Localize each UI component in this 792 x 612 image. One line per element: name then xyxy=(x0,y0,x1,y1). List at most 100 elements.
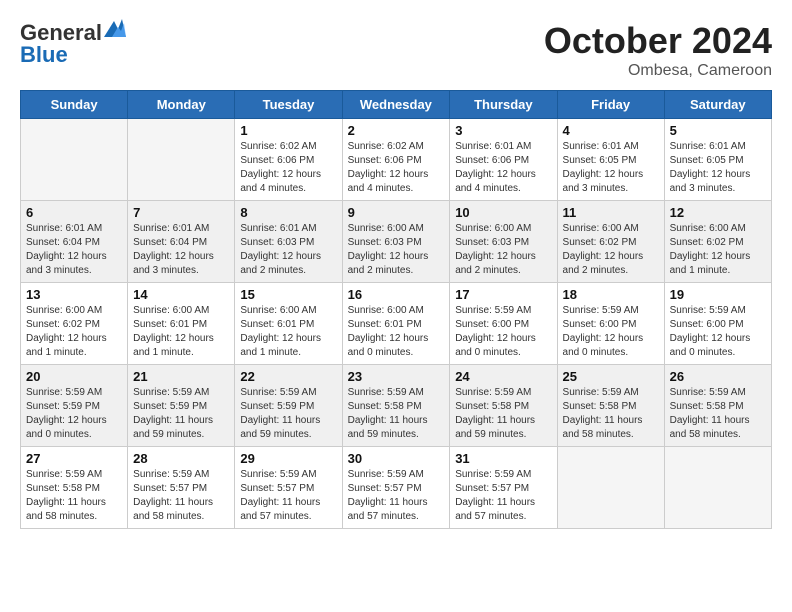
day-number: 20 xyxy=(26,369,122,384)
calendar-day-cell: 27 Sunrise: 5:59 AM Sunset: 5:58 PM Dayli… xyxy=(21,447,128,529)
day-info: Sunrise: 5:59 AM Sunset: 5:58 PM Dayligh… xyxy=(348,386,445,442)
day-info: Sunrise: 6:00 AM Sunset: 6:03 PM Dayligh… xyxy=(348,222,445,278)
calendar-day-cell: 21 Sunrise: 5:59 AM Sunset: 5:59 PM Dayli… xyxy=(128,365,235,447)
day-info: Sunrise: 6:01 AM Sunset: 6:05 PM Dayligh… xyxy=(670,140,766,196)
day-number: 30 xyxy=(348,451,445,466)
calendar-day-cell: 1 Sunrise: 6:02 AM Sunset: 6:06 PM Daylig… xyxy=(235,119,342,201)
day-number: 1 xyxy=(240,123,336,138)
location-subtitle: Ombesa, Cameroon xyxy=(544,62,772,80)
day-number: 31 xyxy=(455,451,551,466)
day-info: Sunrise: 6:01 AM Sunset: 6:04 PM Dayligh… xyxy=(133,222,229,278)
day-number: 12 xyxy=(670,205,766,220)
header-wednesday: Wednesday xyxy=(342,91,450,119)
day-info: Sunrise: 6:00 AM Sunset: 6:02 PM Dayligh… xyxy=(26,304,122,360)
day-info: Sunrise: 5:59 AM Sunset: 5:59 PM Dayligh… xyxy=(240,386,336,442)
day-number: 23 xyxy=(348,369,445,384)
calendar-day-cell: 26Sunrise: 5:59 AM Sunset: 5:58 PM Dayli… xyxy=(664,365,771,447)
day-info: Sunrise: 5:59 AM Sunset: 6:00 PM Dayligh… xyxy=(455,304,551,360)
calendar-week-row: 27 Sunrise: 5:59 AM Sunset: 5:58 PM Dayli… xyxy=(21,447,772,529)
calendar-day-cell: 16 Sunrise: 6:00 AM Sunset: 6:01 PM Dayli… xyxy=(342,283,450,365)
calendar-day-cell: 10 Sunrise: 6:00 AM Sunset: 6:03 PM Dayli… xyxy=(450,201,557,283)
day-number: 17 xyxy=(455,287,551,302)
day-number: 14 xyxy=(133,287,229,302)
calendar-day-cell: 17 Sunrise: 5:59 AM Sunset: 6:00 PM Dayli… xyxy=(450,283,557,365)
day-number: 8 xyxy=(240,205,336,220)
calendar-day-cell: 7Sunrise: 6:01 AM Sunset: 6:04 PM Daylig… xyxy=(128,201,235,283)
day-info: Sunrise: 5:59 AM Sunset: 5:58 PM Dayligh… xyxy=(455,386,551,442)
day-info: Sunrise: 5:59 AM Sunset: 5:57 PM Dayligh… xyxy=(455,468,551,524)
header-thursday: Thursday xyxy=(450,91,557,119)
calendar-day-cell: 9 Sunrise: 6:00 AM Sunset: 6:03 PM Daylig… xyxy=(342,201,450,283)
calendar-day-cell: 6 Sunrise: 6:01 AM Sunset: 6:04 PM Daylig… xyxy=(21,201,128,283)
calendar-week-row: 20 Sunrise: 5:59 AM Sunset: 5:59 PM Dayli… xyxy=(21,365,772,447)
calendar-day-cell: 12 Sunrise: 6:00 AM Sunset: 6:02 PM Dayli… xyxy=(664,201,771,283)
day-info: Sunrise: 5:59 AM Sunset: 5:59 PM Dayligh… xyxy=(133,386,229,442)
day-number: 13 xyxy=(26,287,122,302)
header-saturday: Saturday xyxy=(664,91,771,119)
calendar-week-row: 13 Sunrise: 6:00 AM Sunset: 6:02 PM Dayli… xyxy=(21,283,772,365)
day-number: 24 xyxy=(455,369,551,384)
day-info: Sunrise: 5:59 AM Sunset: 5:57 PM Dayligh… xyxy=(240,468,336,524)
calendar-day-cell: 25 Sunrise: 5:59 AM Sunset: 5:58 PM Dayli… xyxy=(557,365,664,447)
calendar-day-cell: 31 Sunrise: 5:59 AM Sunset: 5:57 PM Dayli… xyxy=(450,447,557,529)
day-info: Sunrise: 5:59 AM Sunset: 5:58 PM Dayligh… xyxy=(26,468,122,524)
day-number: 21 xyxy=(133,369,229,384)
day-number: 22 xyxy=(240,369,336,384)
day-number: 25 xyxy=(563,369,659,384)
day-number: 5 xyxy=(670,123,766,138)
calendar-day-cell: 24 Sunrise: 5:59 AM Sunset: 5:58 PM Dayli… xyxy=(450,365,557,447)
calendar-day-cell: 5 Sunrise: 6:01 AM Sunset: 6:05 PM Daylig… xyxy=(664,119,771,201)
day-info: Sunrise: 6:00 AM Sunset: 6:03 PM Dayligh… xyxy=(455,222,551,278)
day-number: 15 xyxy=(240,287,336,302)
page-header: General Blue October 2024 Ombesa, Camero… xyxy=(20,20,772,80)
day-info: Sunrise: 5:59 AM Sunset: 6:00 PM Dayligh… xyxy=(563,304,659,360)
weekday-header-row: Sunday Monday Tuesday Wednesday Thursday… xyxy=(21,91,772,119)
day-info: Sunrise: 5:59 AM Sunset: 6:00 PM Dayligh… xyxy=(670,304,766,360)
day-info: Sunrise: 5:59 AM Sunset: 5:59 PM Dayligh… xyxy=(26,386,122,442)
header-tuesday: Tuesday xyxy=(235,91,342,119)
day-number: 6 xyxy=(26,205,122,220)
day-info: Sunrise: 6:01 AM Sunset: 6:05 PM Dayligh… xyxy=(563,140,659,196)
calendar-day-cell xyxy=(664,447,771,529)
day-number: 10 xyxy=(455,205,551,220)
day-number: 28 xyxy=(133,451,229,466)
calendar-week-row: 1 Sunrise: 6:02 AM Sunset: 6:06 PM Daylig… xyxy=(21,119,772,201)
logo-blue-text: Blue xyxy=(20,42,68,67)
calendar-day-cell xyxy=(128,119,235,201)
calendar-day-cell: 15 Sunrise: 6:00 AM Sunset: 6:01 PM Dayli… xyxy=(235,283,342,365)
calendar-day-cell: 18Sunrise: 5:59 AM Sunset: 6:00 PM Dayli… xyxy=(557,283,664,365)
day-info: Sunrise: 5:59 AM Sunset: 5:58 PM Dayligh… xyxy=(563,386,659,442)
calendar-day-cell: 20 Sunrise: 5:59 AM Sunset: 5:59 PM Dayli… xyxy=(21,365,128,447)
day-number: 2 xyxy=(348,123,445,138)
calendar-day-cell: 8Sunrise: 6:01 AM Sunset: 6:03 PM Daylig… xyxy=(235,201,342,283)
calendar-day-cell: 28 Sunrise: 5:59 AM Sunset: 5:57 PM Dayli… xyxy=(128,447,235,529)
title-section: October 2024 Ombesa, Cameroon xyxy=(544,20,772,80)
day-number: 16 xyxy=(348,287,445,302)
calendar-day-cell: 2 Sunrise: 6:02 AM Sunset: 6:06 PM Daylig… xyxy=(342,119,450,201)
day-number: 9 xyxy=(348,205,445,220)
header-sunday: Sunday xyxy=(21,91,128,119)
logo-bird-icon xyxy=(104,19,126,39)
header-monday: Monday xyxy=(128,91,235,119)
day-info: Sunrise: 5:59 AM Sunset: 5:57 PM Dayligh… xyxy=(133,468,229,524)
day-info: Sunrise: 6:00 AM Sunset: 6:01 PM Dayligh… xyxy=(348,304,445,360)
day-info: Sunrise: 6:00 AM Sunset: 6:02 PM Dayligh… xyxy=(670,222,766,278)
calendar-day-cell: 30Sunrise: 5:59 AM Sunset: 5:57 PM Dayli… xyxy=(342,447,450,529)
day-number: 4 xyxy=(563,123,659,138)
day-number: 11 xyxy=(563,205,659,220)
day-info: Sunrise: 6:02 AM Sunset: 6:06 PM Dayligh… xyxy=(348,140,445,196)
month-title: October 2024 xyxy=(544,20,772,62)
day-number: 26 xyxy=(670,369,766,384)
day-info: Sunrise: 6:00 AM Sunset: 6:01 PM Dayligh… xyxy=(240,304,336,360)
calendar-week-row: 6 Sunrise: 6:01 AM Sunset: 6:04 PM Daylig… xyxy=(21,201,772,283)
calendar-day-cell: 4 Sunrise: 6:01 AM Sunset: 6:05 PM Daylig… xyxy=(557,119,664,201)
calendar-day-cell: 11Sunrise: 6:00 AM Sunset: 6:02 PM Dayli… xyxy=(557,201,664,283)
logo: General Blue xyxy=(20,20,126,68)
day-info: Sunrise: 6:01 AM Sunset: 6:06 PM Dayligh… xyxy=(455,140,551,196)
day-info: Sunrise: 6:01 AM Sunset: 6:04 PM Dayligh… xyxy=(26,222,122,278)
calendar-table: Sunday Monday Tuesday Wednesday Thursday… xyxy=(20,90,772,529)
day-info: Sunrise: 6:02 AM Sunset: 6:06 PM Dayligh… xyxy=(240,140,336,196)
calendar-day-cell: 14Sunrise: 6:00 AM Sunset: 6:01 PM Dayli… xyxy=(128,283,235,365)
day-number: 19 xyxy=(670,287,766,302)
day-number: 27 xyxy=(26,451,122,466)
